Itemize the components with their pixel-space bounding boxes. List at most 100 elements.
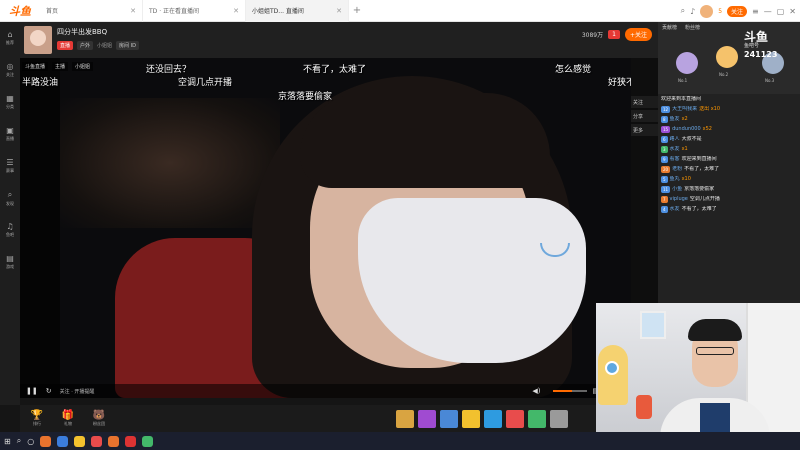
tab-room-2[interactable]: 小姐姐TD... 直播间 ✕	[246, 0, 349, 22]
app-logo[interactable]: 斗鱼	[0, 0, 40, 22]
avatar[interactable]	[700, 4, 714, 18]
taskbar-app-3[interactable]	[91, 435, 103, 447]
follow-streamer-button[interactable]: +关注	[624, 28, 652, 41]
rank-avatar-1[interactable]	[676, 52, 698, 74]
chat-username[interactable]: dundun000	[672, 126, 701, 133]
rocket-window	[605, 361, 619, 375]
chat-text: 不看了，太难了	[684, 166, 720, 172]
live-badge: 直播	[57, 41, 74, 50]
room-title: 四分半出发BBQ	[57, 28, 108, 36]
overlay-tag: 斗鱼直播	[22, 62, 49, 71]
left-sidebar: ⌂ 推荐 ◎ 关注 ▦ 分类 ▣ 直播 ☰ 赛事 ⌕ 发现 ♫ 鱼吧 ▤ 游戏	[0, 22, 20, 405]
refresh-icon[interactable]: ↻	[46, 387, 52, 395]
tab-room-1[interactable]: TD · 正在看直播间 ✕	[143, 0, 246, 22]
gift-item-1[interactable]	[418, 409, 436, 428]
danmu-comment: 怎么感觉	[555, 65, 592, 75]
gift-item-5[interactable]	[506, 409, 524, 428]
chat-username[interactable]: vipluge	[670, 196, 688, 203]
fan-club-button[interactable]: 🐻 粉丝团	[86, 410, 112, 427]
taskbar-app-1[interactable]	[57, 435, 69, 447]
sidebar-item-4[interactable]: ☰ 赛事	[0, 150, 20, 182]
new-tab-button[interactable]: +	[349, 5, 365, 16]
video-player[interactable]: 斗鱼直播 主播 小姐姐 还没回去？ 不看了，太难了 怎么感觉 半路没油 空调几点开播 好狭…	[20, 58, 631, 398]
search-icon[interactable]: ⌕	[17, 436, 21, 446]
volume-slider[interactable]	[553, 390, 588, 392]
gift-item-0[interactable]	[396, 409, 414, 428]
chat-username[interactable]: 小鱼	[672, 186, 682, 193]
close-icon[interactable]: ✕	[130, 7, 136, 15]
chat-username[interactable]: 老粉	[672, 166, 682, 173]
taskbar-app-4[interactable]	[108, 435, 120, 447]
glasses	[696, 347, 734, 355]
start-icon[interactable]: ⊞	[4, 437, 11, 446]
close-icon[interactable]: ✕	[336, 7, 342, 15]
gift-item-4[interactable]	[484, 409, 502, 428]
sidebar-icon: ◎	[6, 62, 14, 71]
gift-button[interactable]: 🎁 礼物	[55, 410, 81, 427]
danmu-comment: 好狭不足	[608, 78, 631, 88]
sidebar-item-5[interactable]: ⌕ 发现	[0, 182, 20, 214]
level-badge: 8	[661, 116, 668, 123]
chat-username[interactable]: 鱼丸	[670, 176, 680, 183]
tab-home[interactable]: 首页 ✕	[40, 0, 143, 22]
sidebar-item-label: 游戏	[6, 264, 14, 269]
danmu-comment: 半路没油	[22, 78, 59, 88]
tab-fans[interactable]: 粉丝榜	[685, 24, 700, 31]
tab-contribution[interactable]: 贡献榜	[662, 24, 677, 31]
sidebar-icon: ⌕	[7, 189, 13, 199]
taskbar-app-2[interactable]	[74, 435, 86, 447]
side-menu-follow[interactable]: 关注	[631, 96, 658, 108]
menu-icon[interactable]: ≡	[752, 7, 759, 16]
taskbar-app-5[interactable]	[125, 435, 137, 447]
chat-message: 8 鱼友 x2	[661, 116, 797, 123]
side-menu-share[interactable]: 分享	[631, 110, 658, 122]
sidebar-item-3[interactable]: ▣ 直播	[0, 118, 20, 150]
level-badge: 9	[661, 156, 668, 163]
close-window-icon[interactable]: ✕	[789, 7, 796, 16]
streamer-avatar[interactable]	[24, 26, 52, 54]
chat-username[interactable]: 路人	[670, 136, 680, 143]
taskbar-app-0[interactable]	[40, 435, 52, 447]
category-tag[interactable]: 户外	[77, 41, 94, 50]
follow-button[interactable]: 关注	[727, 5, 748, 17]
rank-name: No.3	[765, 78, 775, 83]
video-controls: ❚❚ ↻ 关注 · 开播提醒 ◀) ▤ ⛶	[20, 384, 631, 398]
gift-item-3[interactable]	[462, 409, 480, 428]
gift-item-7[interactable]	[550, 409, 568, 428]
search-icon[interactable]: ⌕	[681, 6, 685, 16]
rank-avatar-2[interactable]	[716, 46, 738, 68]
level-badge: 11	[661, 186, 671, 193]
gift-item-6[interactable]	[528, 409, 546, 428]
gift-item-2[interactable]	[440, 409, 458, 428]
video-pillarbox	[20, 58, 60, 398]
controls-label: 关注 · 开播提醒	[59, 388, 95, 395]
overlay-tag: 主播	[52, 62, 69, 71]
titlebar-actions: ⌕ ♪ 5 关注 ≡ — ▢ ✕	[681, 0, 796, 22]
ranking-button[interactable]: 🏆 排行	[24, 410, 50, 427]
chat-username[interactable]: 大王叫我来	[672, 106, 697, 113]
rank-pill[interactable]: 1	[608, 30, 620, 39]
chat-username[interactable]: 水友	[670, 206, 680, 213]
sidebar-item-label: 关注	[6, 72, 14, 77]
sidebar-item-7[interactable]: ▤ 游戏	[0, 246, 20, 278]
chat-username[interactable]: 水友	[670, 146, 680, 153]
taskbar-app-6[interactable]	[142, 435, 154, 447]
chat-username[interactable]: 看客	[670, 156, 680, 163]
bell-icon[interactable]: ♪	[690, 7, 695, 16]
volume-icon[interactable]: ◀)	[532, 387, 540, 395]
sidebar-item-1[interactable]: ◎ 关注	[0, 54, 20, 86]
room-header-actions: 3089万 1 +关注	[582, 28, 652, 41]
sidebar-item-0[interactable]: ⌂ 推荐	[0, 22, 20, 54]
chat-username[interactable]: 鱼友	[670, 116, 680, 123]
rank-name: No.1	[678, 78, 688, 83]
pause-icon[interactable]: ❚❚	[26, 387, 38, 395]
side-menu-more[interactable]: 更多	[631, 124, 658, 136]
maximize-icon[interactable]: ▢	[777, 7, 785, 16]
sidebar-item-2[interactable]: ▦ 分类	[0, 86, 20, 118]
task-view-icon[interactable]: ○	[27, 437, 34, 446]
sidebar-item-6[interactable]: ♫ 鱼吧	[0, 214, 20, 246]
close-icon[interactable]: ✕	[233, 7, 239, 15]
sidebar-item-label: 推荐	[6, 40, 14, 45]
minimize-icon[interactable]: —	[764, 7, 772, 16]
fishbar-number: 241123	[744, 50, 778, 59]
